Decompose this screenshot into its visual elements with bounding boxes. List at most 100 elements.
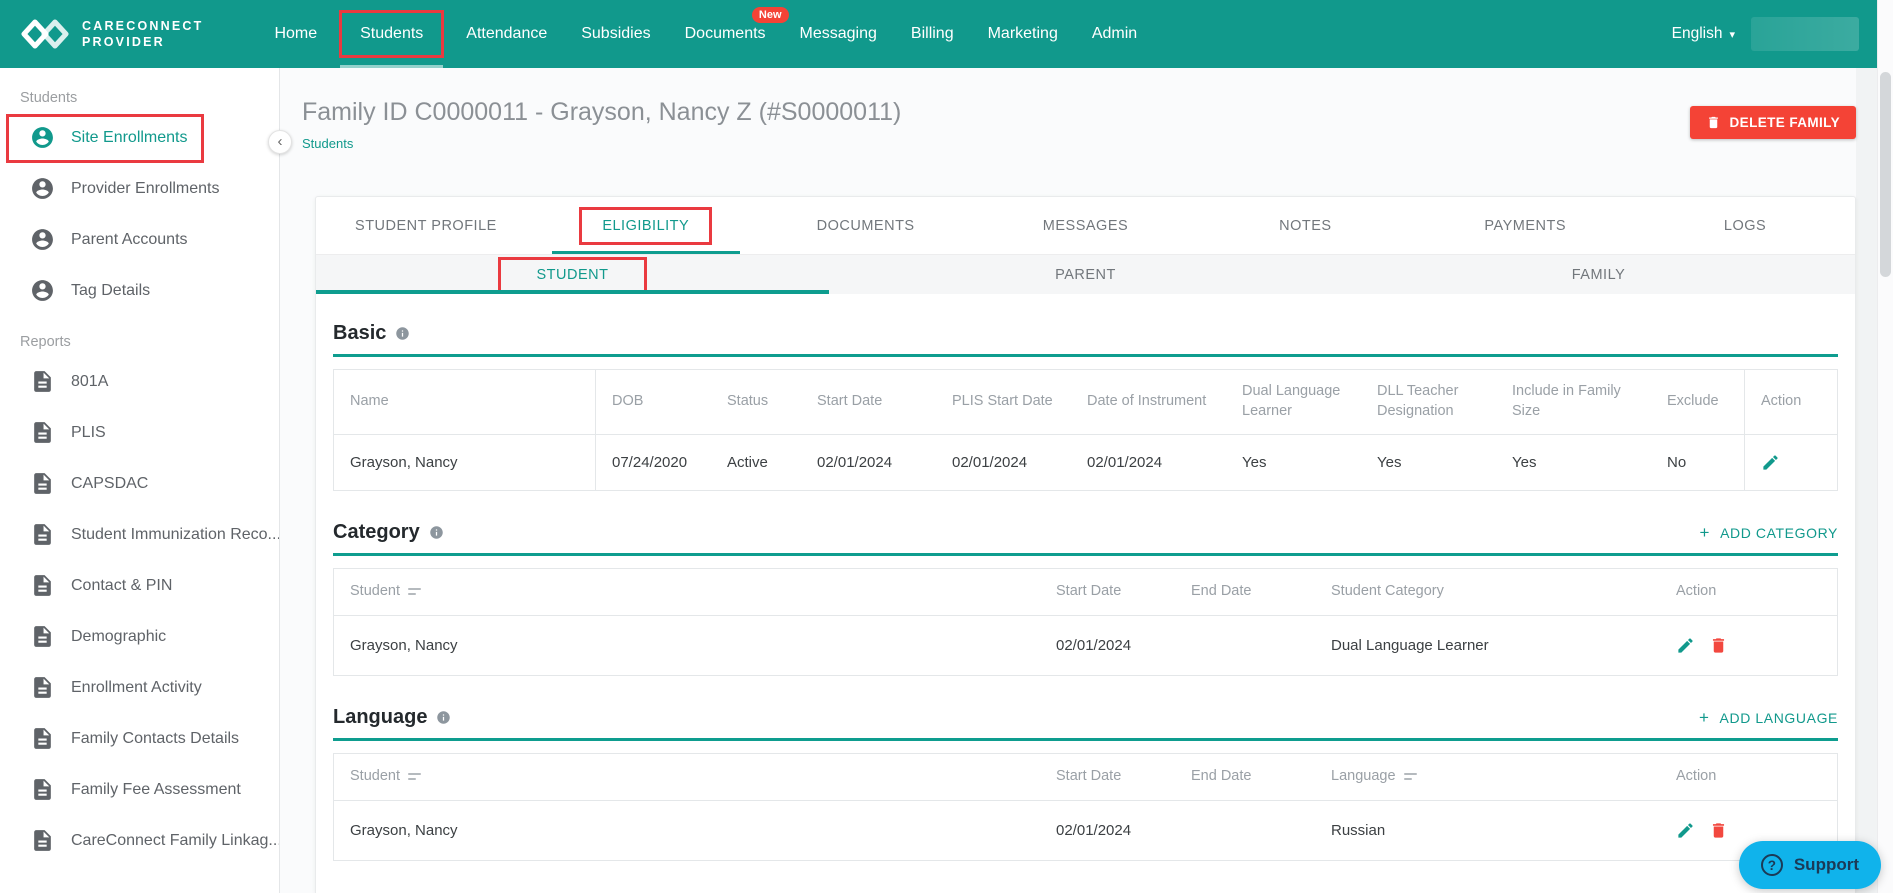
- tab-payments[interactable]: PAYMENTS: [1415, 197, 1635, 254]
- sidebar-collapse-button[interactable]: ‹: [268, 130, 292, 154]
- basic-table-row: Grayson, Nancy 07/24/2020 Active 02/01/2…: [334, 434, 1837, 490]
- sidebar-section-reports: Reports: [20, 334, 71, 350]
- vertical-scrollbar[interactable]: [1877, 0, 1893, 893]
- nav-messaging[interactable]: Messaging: [783, 0, 894, 68]
- page-title: Family ID C0000011 - Grayson, Nancy Z (#…: [302, 98, 902, 126]
- tab-documents[interactable]: DOCUMENTS: [756, 197, 976, 254]
- tab-logs[interactable]: LOGS: [1635, 197, 1855, 254]
- language-selector[interactable]: English ▾: [1672, 25, 1735, 43]
- nav-subsidies[interactable]: Subsidies: [564, 0, 667, 68]
- info-icon[interactable]: [436, 710, 451, 725]
- brand-logo[interactable]: CARECONNECT PROVIDER: [20, 17, 203, 51]
- nav-marketing[interactable]: Marketing: [971, 0, 1075, 68]
- sort-icon[interactable]: [408, 772, 422, 782]
- sidebar-item-enrollment-activity[interactable]: Enrollment Activity: [0, 662, 279, 713]
- active-subtab-indicator: [316, 290, 829, 294]
- add-language-button[interactable]: + ADD LANGUAGE: [1699, 708, 1838, 728]
- document-icon: [30, 573, 55, 598]
- document-icon: [30, 726, 55, 751]
- document-icon: [30, 420, 55, 445]
- sort-icon[interactable]: [1404, 772, 1418, 782]
- highlight-box-eligibility: ELIGIBILITY: [579, 206, 713, 245]
- nav-students[interactable]: Students: [334, 0, 449, 68]
- sidebar-item-contact-pin[interactable]: Contact & PIN: [0, 560, 279, 611]
- basic-table: Name DOB Status Start Date PLIS Start Da…: [333, 369, 1838, 491]
- sidebar-item-careconnect-family-linkage[interactable]: CareConnect Family Linkag...: [0, 815, 279, 866]
- nav-documents[interactable]: Documents New: [668, 0, 789, 68]
- scrollbar-thumb[interactable]: [1880, 72, 1891, 277]
- subtab-parent[interactable]: PARENT: [829, 255, 1342, 294]
- subtab-student[interactable]: STUDENT: [316, 255, 829, 294]
- sidebar-item-provider-enrollments[interactable]: Provider Enrollments: [0, 163, 279, 214]
- section-divider: [333, 553, 1838, 556]
- subtab-family[interactable]: FAMILY: [1342, 255, 1855, 294]
- category-section-title: Category: [333, 521, 420, 543]
- sidebar: Students Site Enrollments Provider Enrol…: [0, 68, 280, 893]
- tab-student-profile[interactable]: STUDENT PROFILE: [316, 197, 536, 254]
- sidebar-section-students: Students: [20, 90, 78, 106]
- body-row: Students Site Enrollments Provider Enrol…: [0, 68, 1877, 893]
- section-divider: [333, 738, 1838, 741]
- navbar-right: English ▾: [1672, 17, 1859, 51]
- edit-icon[interactable]: [1761, 453, 1780, 472]
- sidebar-item-parent-accounts[interactable]: Parent Accounts: [0, 214, 279, 265]
- delete-icon[interactable]: [1709, 821, 1728, 840]
- person-icon: [30, 278, 55, 303]
- edit-icon[interactable]: [1676, 636, 1695, 655]
- nav-home[interactable]: Home: [257, 0, 334, 68]
- document-icon: [30, 624, 55, 649]
- delete-family-button[interactable]: DELETE FAMILY: [1689, 106, 1856, 139]
- sidebar-item-capsdac[interactable]: CAPSDAC: [0, 458, 279, 509]
- document-icon: [30, 522, 55, 547]
- add-category-button[interactable]: + ADD CATEGORY: [1700, 523, 1838, 543]
- brand-line1: CARECONNECT: [82, 19, 204, 33]
- basic-section-title: Basic: [333, 322, 387, 344]
- category-section-header: Category + ADD CATEGORY: [333, 521, 1838, 544]
- plus-icon: +: [1699, 522, 1711, 542]
- tab-eligibility[interactable]: ELIGIBILITY: [536, 197, 756, 254]
- document-icon: [30, 828, 55, 853]
- main-nav: Home Students Attendance Subsidies Docum…: [257, 0, 1154, 68]
- highlight-box-student: STUDENT: [497, 256, 648, 293]
- app-root: CARECONNECT PROVIDER Home Students Atten…: [0, 0, 1893, 893]
- language-section-title: Language: [333, 706, 428, 728]
- tab-messages[interactable]: MESSAGES: [976, 197, 1196, 254]
- sidebar-item-tag-details[interactable]: Tag Details: [0, 265, 279, 316]
- careconnect-logo-icon: [20, 17, 70, 51]
- sidebar-item-family-fee-assessment[interactable]: Family Fee Assessment: [0, 764, 279, 815]
- nav-admin[interactable]: Admin: [1075, 0, 1154, 68]
- sidebar-item-801a[interactable]: 801A: [0, 356, 279, 407]
- info-icon[interactable]: [395, 326, 410, 341]
- breadcrumb[interactable]: Students: [302, 136, 353, 151]
- document-icon: [30, 675, 55, 700]
- support-button[interactable]: ? Support: [1738, 841, 1881, 889]
- caret-down-icon: ▾: [1729, 28, 1735, 41]
- question-icon: ?: [1760, 854, 1783, 876]
- sidebar-item-family-contacts-details[interactable]: Family Contacts Details: [0, 713, 279, 764]
- sort-icon[interactable]: [408, 587, 422, 597]
- category-table-row: Grayson, Nancy 02/01/2024 Dual Language …: [334, 615, 1837, 675]
- person-icon: [30, 227, 55, 252]
- language-table: Student Start Date End Date Language Act…: [333, 753, 1838, 861]
- chevron-left-icon: ‹: [277, 133, 283, 150]
- nav-billing[interactable]: Billing: [894, 0, 971, 68]
- edit-icon[interactable]: [1676, 821, 1695, 840]
- nav-attendance[interactable]: Attendance: [449, 0, 564, 68]
- document-icon: [30, 777, 55, 802]
- tab-notes[interactable]: NOTES: [1195, 197, 1415, 254]
- category-table-header: Student Start Date End Date Student Cate…: [350, 583, 1717, 600]
- highlight-box-students: Students: [339, 10, 445, 58]
- sidebar-item-plis[interactable]: PLIS: [0, 407, 279, 458]
- sidebar-item-student-immunization[interactable]: Student Immunization Reco...: [0, 509, 279, 560]
- content-gutter: [1856, 68, 1877, 893]
- sidebar-item-demographic[interactable]: Demographic: [0, 611, 279, 662]
- delete-icon[interactable]: [1709, 636, 1728, 655]
- tab-bar: STUDENT PROFILE ELIGIBILITY DOCUMENTS ME…: [316, 197, 1855, 254]
- language-section-header: Language + ADD LANGUAGE: [333, 706, 1838, 729]
- sidebar-item-site-enrollments[interactable]: Site Enrollments: [0, 112, 279, 163]
- user-menu-redacted[interactable]: [1751, 17, 1859, 51]
- brand-line2: PROVIDER: [82, 35, 165, 49]
- main-content: ‹ Family ID C0000011 - Grayson, Nancy Z …: [268, 68, 1856, 893]
- eligibility-content: Basic Name DOB Status Start Date PLIS St…: [316, 294, 1855, 893]
- info-icon[interactable]: [429, 525, 444, 540]
